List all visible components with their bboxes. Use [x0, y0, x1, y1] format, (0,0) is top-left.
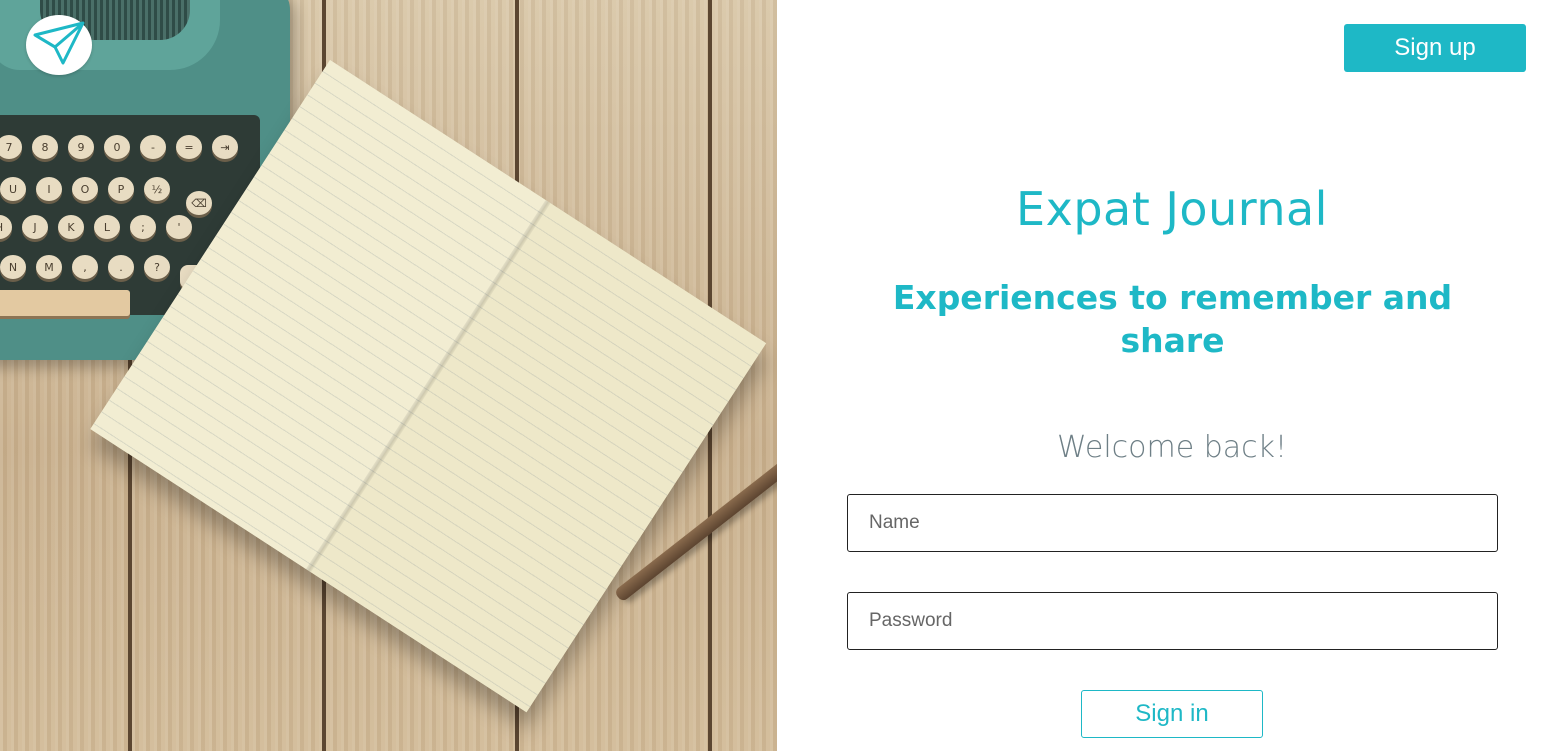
tagline: Experiences to remember and share	[892, 278, 1453, 360]
sign-up-button[interactable]: Sign up	[1344, 24, 1526, 72]
welcome-message: Welcome back!	[1056, 430, 1288, 465]
paper-plane-icon	[33, 21, 85, 70]
hero-photo: 7 8 9 0 - = ⇥ U I O P ½ ⌫ H J K L ; ' N …	[0, 0, 777, 751]
password-input[interactable]	[847, 592, 1498, 650]
name-input[interactable]	[847, 494, 1498, 552]
logo[interactable]	[26, 15, 92, 75]
sign-in-button[interactable]: Sign in	[1081, 690, 1263, 738]
page-title: Expat Journal	[1016, 182, 1328, 236]
